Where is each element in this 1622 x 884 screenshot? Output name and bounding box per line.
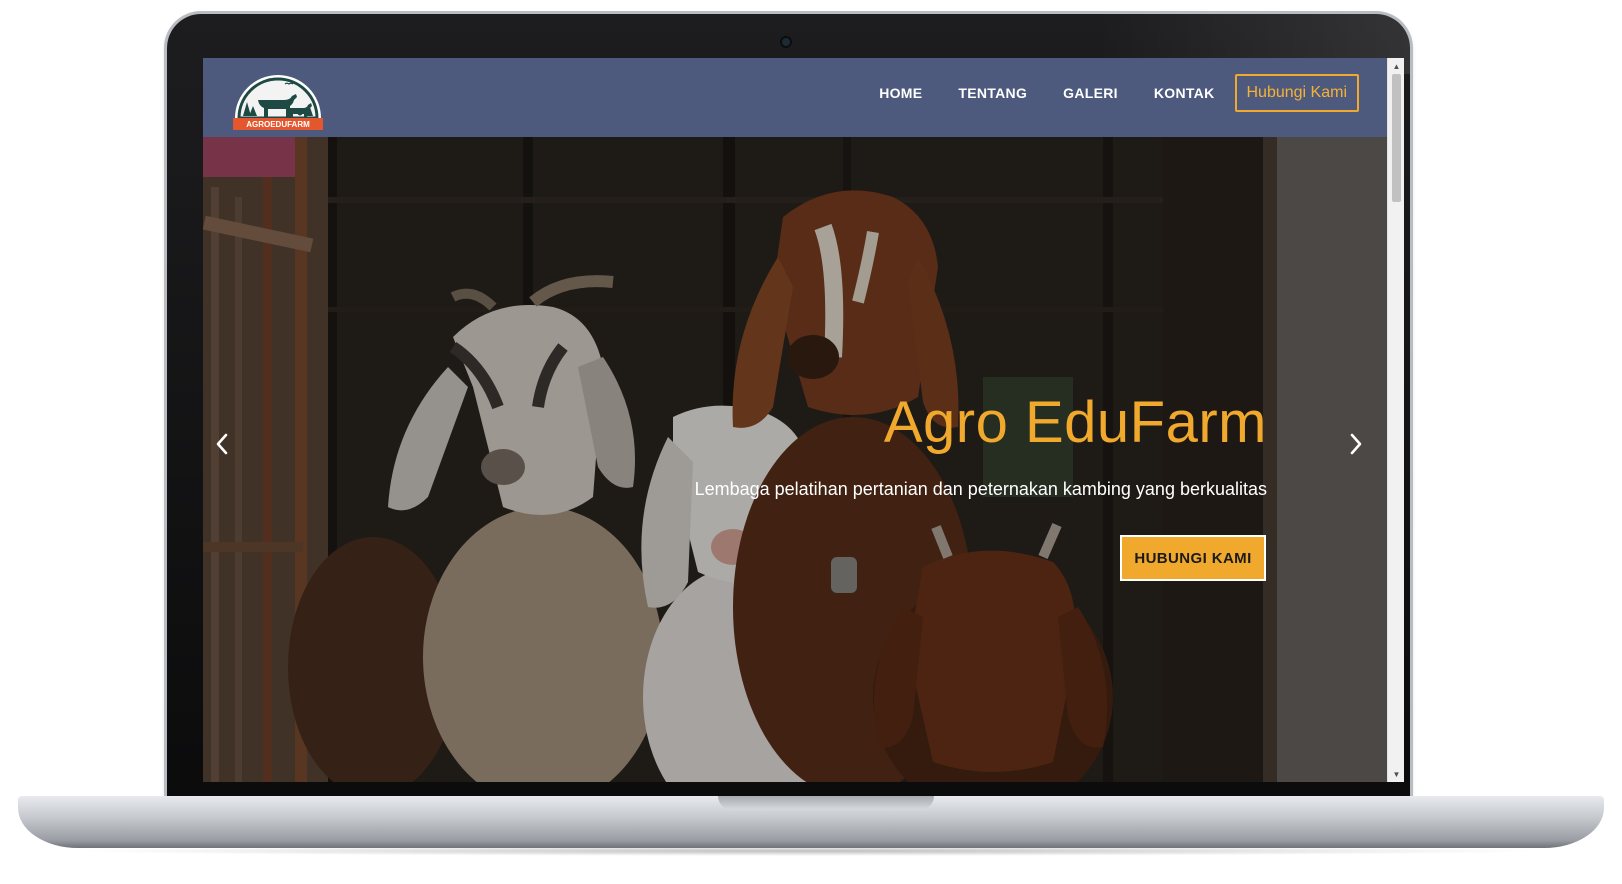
page-viewport: AGROEDUFARM HOME TENTANG GALERI KONTAK H… [203, 58, 1387, 782]
laptop-base [18, 796, 1604, 848]
hero-title: Agro EduFarm [883, 390, 1267, 455]
page-scrollbar[interactable]: ▲ ▼ [1387, 58, 1404, 782]
carousel-next-button[interactable] [1347, 432, 1377, 462]
nav-tentang[interactable]: TENTANG [940, 85, 1045, 101]
chevron-left-icon [216, 433, 228, 455]
nav-galeri[interactable]: GALERI [1045, 85, 1136, 101]
hero-carousel: Agro EduFarm Lembaga pelatihan pertanian… [203, 137, 1387, 782]
laptop-mockup: AGROEDUFARM HOME TENTANG GALERI KONTAK H… [0, 0, 1622, 884]
chevron-right-icon [1350, 433, 1362, 455]
triangle-down-icon[interactable]: ▼ [1388, 767, 1404, 781]
hero-subtitle: Lembaga pelatihan pertanian dan peternak… [694, 479, 1267, 499]
hubungi-kami-nav-button[interactable]: Hubungi Kami [1234, 74, 1359, 112]
agroedufarm-logo[interactable]: AGROEDUFARM [231, 66, 325, 132]
browser-screen: AGROEDUFARM HOME TENTANG GALERI KONTAK H… [203, 58, 1404, 782]
nav-menu: HOME TENTANG GALERI KONTAK Hubungi Kami [861, 73, 1359, 113]
nav-kontak[interactable]: KONTAK [1136, 85, 1233, 101]
nav-home[interactable]: HOME [861, 85, 940, 101]
hubungi-kami-hero-button[interactable]: HUBUNGI KAMI [1120, 535, 1266, 581]
triangle-up-icon[interactable]: ▲ [1388, 59, 1404, 73]
navbar: AGROEDUFARM HOME TENTANG GALERI KONTAK H… [203, 58, 1387, 137]
camera-icon [780, 36, 792, 48]
scroll-thumb[interactable] [1392, 74, 1401, 202]
carousel-prev-button[interactable] [213, 432, 243, 462]
laptop-notch [718, 796, 934, 810]
hero-dark-overlay [203, 137, 1387, 782]
logo-text: AGROEDUFARM [246, 120, 310, 129]
